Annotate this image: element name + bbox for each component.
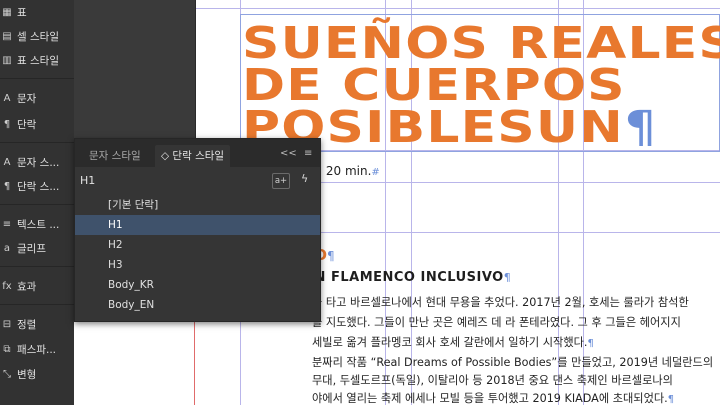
- toolbar-item-transform[interactable]: ⤡ 변형: [0, 364, 74, 384]
- tab-paragraph-styles[interactable]: ◇ 단락 스타일: [155, 145, 231, 167]
- transform-icon: ⤡: [3, 368, 11, 380]
- pilcrow-mark: ¶: [327, 249, 335, 263]
- quick-apply-icon[interactable]: ϟ: [301, 172, 308, 185]
- toolbar-item-character-styles[interactable]: A 문자 스...: [0, 152, 74, 172]
- collapse-panel-button[interactable]: <<: [280, 148, 297, 159]
- style-item[interactable]: Body_EN: [75, 295, 320, 315]
- toolbar-item-table[interactable]: ▦ 표: [0, 2, 74, 22]
- toolbar-item-character[interactable]: A 문자: [0, 88, 74, 108]
- body-text-line: 을 지도했다. 그들이 만난 곳은 예레즈 데 라 폰테라였다. 그 후 그들은…: [312, 316, 681, 329]
- paragraph-styles-panel: 문자 스타일 ◇ 단락 스타일 << ≡ H1 a+ ϟ [기본 단락] H1 …: [74, 138, 321, 322]
- toolbar-item-paragraph[interactable]: ¶ 단락: [0, 114, 74, 134]
- body-text-line: 분짜리 작품 “Real Dreams of Possible Bodies”를…: [312, 356, 714, 369]
- panel-menu-icon[interactable]: ≡: [304, 148, 312, 159]
- style-item[interactable]: H2: [75, 235, 320, 255]
- toolbar-item-effects[interactable]: fx 효과: [0, 276, 74, 296]
- cell-style-icon: ▤: [2, 30, 12, 42]
- duration-line: : 20 min.#: [318, 164, 380, 178]
- new-style-button[interactable]: a+: [272, 173, 290, 189]
- toolbar-item-table-style[interactable]: ▥ 표 스타일: [0, 50, 74, 70]
- style-item[interactable]: H3: [75, 255, 320, 275]
- body-text-line: 무대, 두셀도르프(독일), 이탈리아 등 2018년 중요 댄스 축제인 바르…: [312, 374, 673, 387]
- pilcrow-mark: ¶: [503, 271, 512, 284]
- style-item[interactable]: Body_KR: [75, 275, 320, 295]
- style-tab-icon: ◇: [161, 150, 170, 162]
- character-style-icon: A: [3, 156, 11, 168]
- panel-dock: ▦ 표 ▤ 셀 스타일 ▥ 표 스타일 A 문자 ¶ 단락 A 문자 스... ¶ 단락 스.…: [0, 0, 74, 405]
- current-style-name: H1: [80, 174, 96, 187]
- toolbar-item-text-wrap[interactable]: ≡ 텍스트 ...: [0, 214, 74, 234]
- body-text-line: 세빌로 옮겨 플라멩코 회사 호세 갈란에서 일하기 시작했다.¶: [312, 336, 594, 349]
- toolbar-item-pathfinder[interactable]: ⧉ 패스파...: [0, 339, 74, 359]
- effects-icon: fx: [2, 280, 12, 292]
- pilcrow-mark: ¶: [623, 102, 659, 153]
- glyphs-icon: a: [3, 242, 11, 254]
- tab-character-styles[interactable]: 문자 스타일: [83, 145, 147, 167]
- text-wrap-icon: ≡: [2, 218, 12, 230]
- toolbar-item-glyphs[interactable]: a 글리프: [0, 238, 74, 258]
- paragraph-style-icon: ¶: [3, 180, 11, 192]
- toolbar-item-paragraph-styles[interactable]: ¶ 단락 스...: [0, 176, 74, 196]
- toolbar-item-align[interactable]: ⊟ 정렬: [0, 314, 74, 334]
- section-subheading: AN FLAMENCO INCLUSIVO¶: [304, 270, 512, 285]
- character-icon: A: [3, 92, 11, 104]
- align-icon: ⊟: [2, 318, 12, 330]
- style-item[interactable]: [기본 단락]: [75, 195, 320, 215]
- style-item-selected[interactable]: H1: [75, 215, 320, 235]
- panel-tab-bar: 문자 스타일 ◇ 단락 스타일 << ≡: [75, 139, 320, 167]
- body-text-line: 야에서 열리는 축제 에세나 모빌 등을 투어했고 2019 KIADA에 초대…: [312, 392, 675, 405]
- table-style-icon: ▥: [2, 54, 12, 66]
- toolbar-item-cell-style[interactable]: ▤ 셀 스타일: [0, 26, 74, 46]
- panel-dock-area: [74, 0, 196, 138]
- paragraph-icon: ¶: [3, 118, 11, 130]
- pathfinder-icon: ⧉: [3, 343, 11, 355]
- end-of-story-mark: #: [371, 167, 380, 178]
- row-guide: [190, 8, 720, 9]
- table-icon: ▦: [2, 6, 12, 18]
- body-text-line: 을 타고 바르셀로나에서 현대 무용을 추었다. 2017년 2월, 호세는 룰…: [312, 296, 689, 309]
